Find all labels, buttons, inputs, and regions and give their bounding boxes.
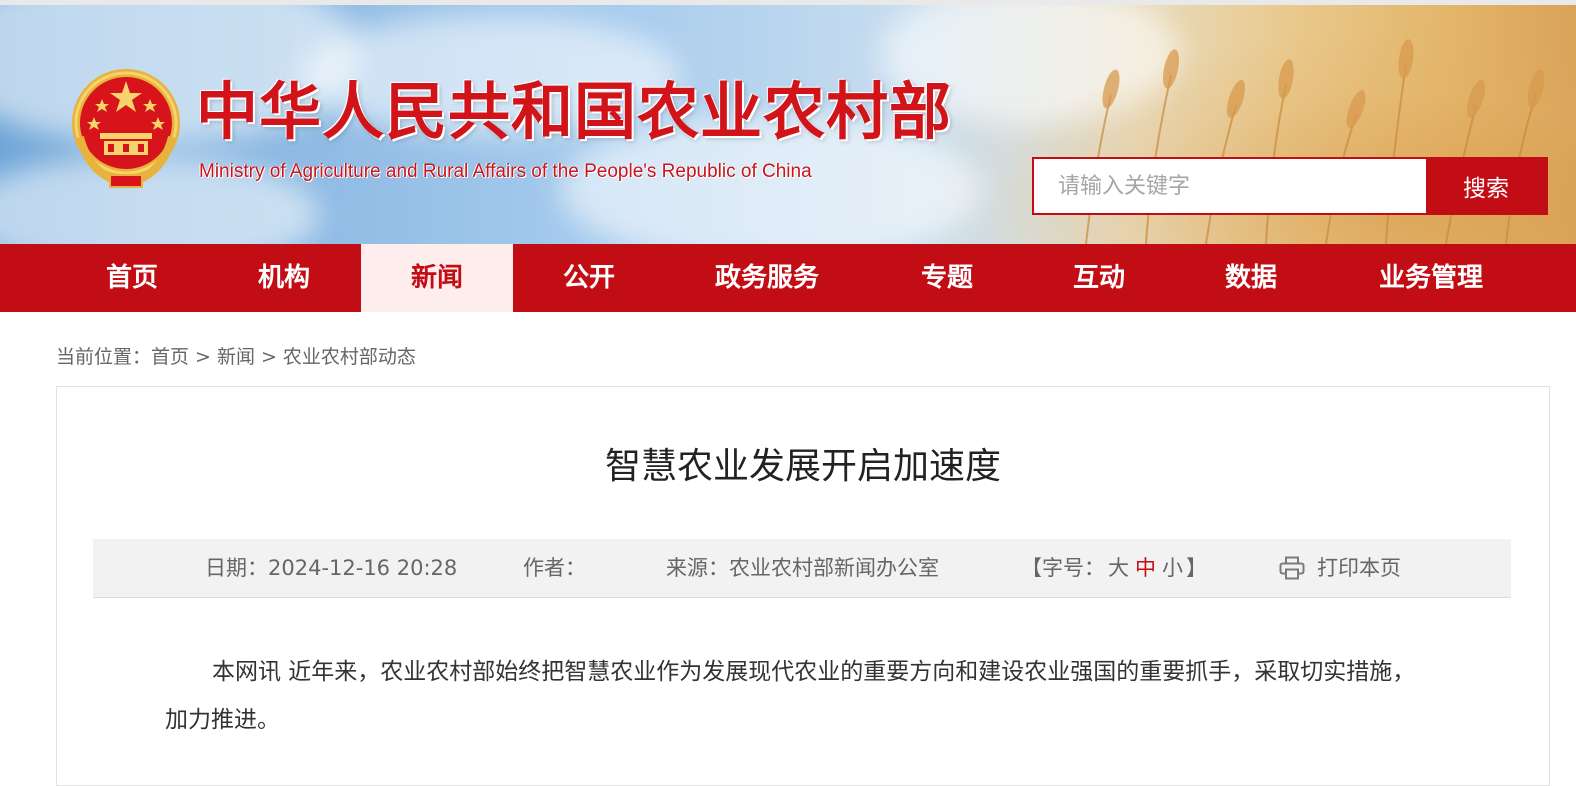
breadcrumb-separator: >	[260, 346, 277, 368]
breadcrumb: 当前位置：首页 > 新闻 > 农业农村部动态	[56, 343, 416, 371]
meta-date-value: 2024-12-16 20:28	[268, 556, 458, 580]
nav-item-interaction[interactable]: 互动	[1023, 244, 1175, 312]
meta-date: 日期：2024-12-16 20:28	[205, 539, 457, 597]
font-size-small-button[interactable]: 小	[1162, 556, 1183, 580]
printer-icon	[1279, 556, 1305, 580]
search-box: 搜索	[1032, 157, 1548, 215]
article-title: 智慧农业发展开启加速度	[604, 446, 1001, 487]
breadcrumb-link-news[interactable]: 新闻	[217, 346, 255, 368]
breadcrumb-prefix: 当前位置：	[56, 346, 152, 368]
breadcrumb-link-ministry-news[interactable]: 农业农村部动态	[283, 346, 416, 368]
national-emblem-icon	[72, 69, 180, 188]
nav-item-news[interactable]: 新闻	[361, 244, 513, 312]
nav-item-public[interactable]: 公开	[513, 244, 665, 312]
font-size-label: 【字号：	[1021, 556, 1105, 580]
nav-item-organization[interactable]: 机构	[208, 244, 360, 312]
site-title: 中华人民共和国农业农村部	[196, 75, 953, 148]
article-paragraph: 本网讯 近年来，农业农村部始终把智慧农业作为发展现代农业的重要方向和建设农业强国…	[165, 659, 1416, 733]
font-size-large-button[interactable]: 大	[1108, 556, 1129, 580]
nav-item-data[interactable]: 数据	[1175, 244, 1327, 312]
header-banner: 中华人民共和国农业农村部 Ministry of Agriculture and…	[0, 5, 1576, 244]
search-input[interactable]	[1034, 159, 1426, 213]
meta-date-label: 日期：	[205, 556, 268, 580]
nav-item-government-services[interactable]: 政务服务	[666, 244, 868, 312]
breadcrumb-separator: >	[195, 346, 211, 368]
main-nav: 首页 机构 新闻 公开 政务服务 专题 互动 数据 业务管理	[0, 244, 1576, 312]
font-size-control: 【字号：大中小】	[1021, 539, 1207, 597]
site-subtitle: Ministry of Agriculture and Rural Affair…	[199, 161, 812, 182]
nav-item-business-management[interactable]: 业务管理	[1327, 244, 1535, 312]
print-page-label: 打印本页	[1317, 556, 1401, 580]
meta-author-label: 作者：	[523, 556, 586, 580]
font-size-medium-button[interactable]: 中	[1135, 556, 1156, 580]
search-button[interactable]: 搜索	[1426, 159, 1546, 213]
meta-source-value: 农业农村部新闻办公室	[729, 556, 939, 580]
print-page-link[interactable]: 打印本页	[1279, 539, 1401, 597]
nav-item-topics[interactable]: 专题	[871, 244, 1023, 312]
font-size-close-bracket: 】	[1186, 556, 1207, 580]
article-meta-bar: 日期：2024-12-16 20:28 作者： 来源：农业农村部新闻办公室 【字…	[93, 539, 1511, 598]
nav-item-home[interactable]: 首页	[56, 244, 208, 312]
breadcrumb-link-home[interactable]: 首页	[151, 346, 189, 368]
meta-source: 来源：农业农村部新闻办公室	[666, 539, 939, 597]
meta-source-label: 来源：	[666, 556, 729, 580]
meta-author: 作者：	[523, 539, 586, 597]
